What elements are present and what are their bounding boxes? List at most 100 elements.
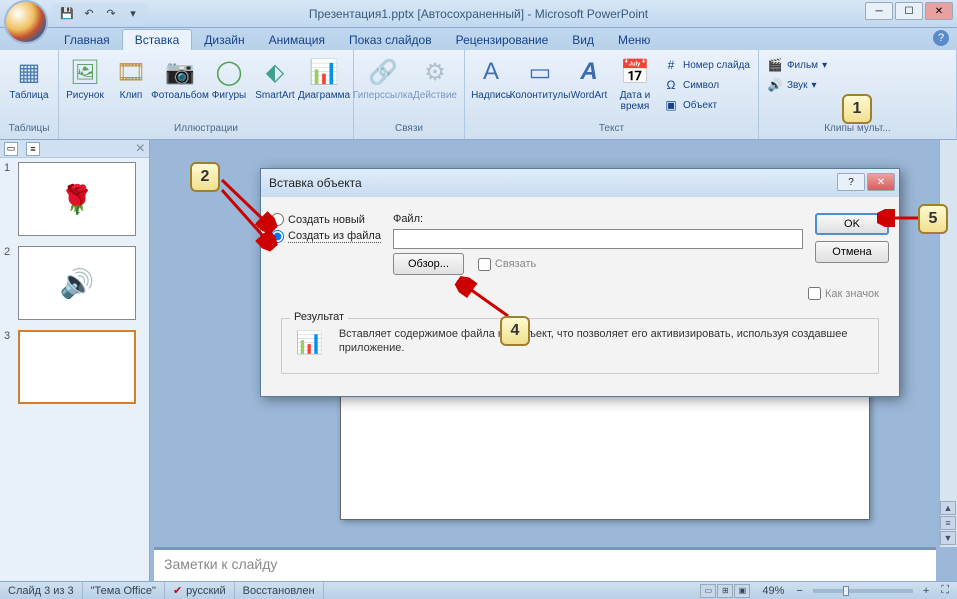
tab-menu[interactable]: Меню [606, 30, 662, 50]
close-panel-icon[interactable]: × [136, 140, 145, 158]
result-text: Вставляет содержимое файла как объект, ч… [339, 327, 868, 355]
normal-view-button[interactable]: ▭ [700, 584, 716, 598]
link-checkbox-label: Связать [495, 258, 536, 270]
radio-create-new-input[interactable] [271, 213, 284, 226]
close-button[interactable]: ✕ [925, 2, 953, 20]
slide-thumbnail-2[interactable]: 2 🔊 [4, 246, 145, 320]
shapes-label: Фигуры [212, 90, 246, 101]
vertical-scrollbar[interactable]: ▲ ≡ ▼ [939, 140, 957, 547]
slide-num: 1 [4, 162, 14, 236]
wordart-button[interactable]: AWordArt [567, 52, 611, 101]
file-path-input[interactable] [393, 229, 803, 249]
movie-button[interactable]: 🎬Фильм ▾ [763, 56, 831, 74]
tab-review[interactable]: Рецензирование [444, 30, 561, 50]
slide-thumb-image: 🌹 [18, 162, 136, 236]
ok-button[interactable]: OK [815, 213, 889, 235]
slideshow-view-button[interactable]: ▣ [734, 584, 750, 598]
dialog-close-button[interactable]: ✕ [867, 173, 895, 191]
save-icon[interactable]: 💾 [58, 5, 76, 23]
office-button[interactable] [4, 0, 48, 44]
zoom-in-button[interactable]: + [919, 585, 933, 597]
tab-animation[interactable]: Анимация [257, 30, 337, 50]
shapes-button[interactable]: ◯Фигуры [207, 52, 251, 101]
status-language-label: русский [186, 585, 225, 597]
tab-slideshow[interactable]: Показ слайдов [337, 30, 444, 50]
status-bar: Слайд 3 из 3 "Тема Office" ✔русский Восс… [0, 581, 957, 599]
clip-button[interactable]: 🎞Клип [109, 52, 153, 101]
qat-more-icon[interactable]: ▾ [124, 5, 142, 23]
as-icon-checkbox[interactable]: Как значок [808, 287, 879, 300]
photoalbum-button[interactable]: 📷Фотоальбом [155, 52, 205, 101]
textbox-button[interactable]: AНадпись [469, 52, 513, 101]
sound-icon: 🔊 [767, 77, 783, 93]
link-checkbox-input[interactable] [478, 258, 491, 271]
table-label: Таблица [9, 90, 48, 101]
sound-button[interactable]: 🔊Звук ▾ [763, 76, 831, 94]
radio-create-from-file[interactable]: Создать из файла [271, 230, 381, 243]
sorter-view-button[interactable]: ⊞ [717, 584, 733, 598]
radio-create-from-file-label: Создать из файла [288, 230, 381, 243]
textbox-label: Надпись [471, 90, 511, 101]
table-button[interactable]: ▦ Таблица [4, 52, 54, 101]
link-checkbox[interactable]: Связать [478, 258, 536, 271]
undo-icon[interactable]: ↶ [80, 5, 98, 23]
tab-view[interactable]: Вид [560, 30, 606, 50]
prev-slide-button[interactable]: ▲ [940, 501, 956, 515]
smartart-button[interactable]: ⬖ SmartArt [253, 52, 297, 101]
datetime-button[interactable]: 📅Дата и время [613, 52, 657, 112]
radio-create-from-file-input[interactable] [271, 230, 284, 243]
outline-tab-icon[interactable]: ≡ [26, 142, 40, 156]
symbol-icon: Ω [663, 77, 679, 93]
callout-2: 2 [190, 162, 220, 192]
zoom-percent[interactable]: 49% [754, 585, 792, 597]
group-label-text: Текст [469, 123, 754, 137]
slides-tab-icon[interactable]: ▭ [4, 142, 18, 156]
result-label: Результат [290, 311, 348, 323]
smartart-icon: ⬖ [259, 56, 291, 88]
slide-thumbnail-3[interactable]: 3 [4, 330, 145, 404]
wordart-label: WordArt [571, 90, 608, 101]
radio-create-new-label: Создать новый [288, 214, 365, 226]
cancel-button[interactable]: Отмена [815, 241, 889, 263]
zoom-slider-thumb[interactable] [843, 586, 849, 596]
as-icon-checkbox-input[interactable] [808, 287, 821, 300]
chart-button[interactable]: 📊Диаграмма [299, 52, 349, 101]
tab-design[interactable]: Дизайн [192, 30, 256, 50]
headerfooter-button[interactable]: ▭Колонтитулы [515, 52, 565, 101]
group-label-links: Связи [358, 123, 460, 137]
sound-label: Звук [787, 80, 808, 91]
fit-to-window-button[interactable]: ⛶ [933, 584, 957, 597]
create-mode-radios: Создать новый Создать из файла [271, 213, 381, 243]
next-slide-button[interactable]: ▼ [940, 531, 956, 545]
minimize-button[interactable]: ─ [865, 2, 893, 20]
slidenumber-button[interactable]: #Номер слайда [659, 56, 754, 74]
radio-create-new[interactable]: Создать новый [271, 213, 381, 226]
dialog-help-button[interactable]: ? [837, 173, 865, 191]
maximize-button[interactable]: ☐ [895, 2, 923, 20]
notes-pane[interactable]: Заметки к слайду [154, 547, 936, 581]
help-icon[interactable]: ? [933, 30, 949, 46]
status-language[interactable]: ✔русский [165, 582, 235, 599]
dialog-titlebar[interactable]: Вставка объекта ? ✕ [261, 169, 899, 197]
status-theme: "Тема Office" [83, 582, 165, 599]
symbol-label: Символ [683, 80, 719, 91]
notes-placeholder: Заметки к слайду [154, 550, 936, 578]
zoom-out-button[interactable]: − [792, 585, 806, 597]
slide-selector-button[interactable]: ≡ [940, 516, 956, 530]
headerfooter-label: Колонтитулы [510, 90, 571, 101]
symbol-button[interactable]: Ω Символ [659, 76, 754, 94]
browse-button[interactable]: Обзор... [393, 253, 464, 275]
picture-button[interactable]: 🖼Рисунок [63, 52, 107, 101]
group-tables: ▦ Таблица Таблицы [0, 50, 59, 139]
tab-home[interactable]: Главная [52, 30, 122, 50]
tab-insert[interactable]: Вставка [122, 29, 193, 50]
redo-icon[interactable]: ↷ [102, 5, 120, 23]
smartart-label: SmartArt [255, 90, 294, 101]
chart-icon: 📊 [308, 56, 340, 88]
slide-thumbnail-1[interactable]: 1 🌹 [4, 162, 145, 236]
clip-icon: 🎞 [115, 56, 147, 88]
zoom-slider[interactable] [813, 589, 913, 593]
ribbon-tabs: Главная Вставка Дизайн Анимация Показ сл… [0, 28, 957, 50]
slides-panel-tabs: ▭ ≡ × [0, 140, 149, 158]
object-button[interactable]: ▣Объект [659, 96, 754, 114]
